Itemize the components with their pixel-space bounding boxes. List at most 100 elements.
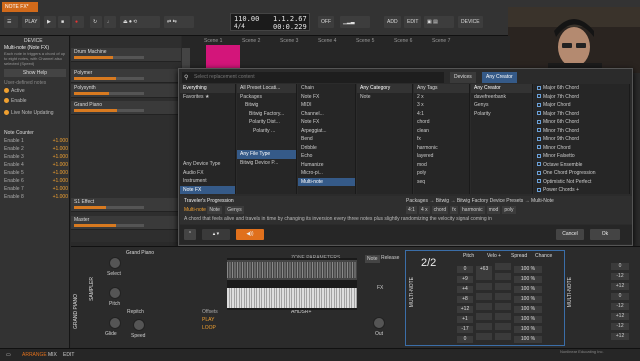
piano-key[interactable] [227, 288, 230, 308]
enable-toggle[interactable]: Enable [4, 98, 27, 104]
signature-display[interactable]: 4/4 [234, 23, 245, 30]
tag-item[interactable]: 2 x [414, 93, 469, 102]
tag-item[interactable]: fx [414, 135, 469, 144]
track-row[interactable]: Polysynth [71, 84, 181, 98]
device-item[interactable]: Echo [298, 152, 355, 161]
filter-audio-fx[interactable]: Audio FX [180, 169, 235, 178]
piano-key[interactable] [347, 288, 350, 308]
piano-key[interactable] [309, 288, 312, 308]
mix-tab[interactable]: MIX [48, 352, 57, 358]
device-item[interactable]: MIDI [298, 101, 355, 110]
piano-key[interactable] [292, 288, 295, 308]
note-row[interactable]: +8 100 % [457, 293, 545, 303]
cancel-button[interactable]: Cancel [556, 229, 584, 240]
speed-knob[interactable] [133, 319, 145, 331]
device-item[interactable]: Channel... [298, 110, 355, 119]
device-item[interactable]: Humanize [298, 161, 355, 170]
category-note[interactable]: Note [357, 93, 412, 102]
pitch-cell[interactable]: +12 [457, 306, 473, 313]
tag-chip[interactable]: fx [450, 206, 459, 214]
note-row[interactable]: 0 100 % [457, 333, 545, 343]
enable-row[interactable]: Enable 4 +1.000 [4, 162, 68, 170]
tag-chip[interactable]: harmonic [460, 206, 485, 214]
filter-everything[interactable]: Everything [180, 84, 235, 93]
pitch-cell[interactable]: +9 [457, 276, 473, 283]
location-all[interactable]: All Preset Locati... [237, 84, 296, 93]
track-row[interactable]: Master [71, 216, 181, 230]
transport-display[interactable]: 110.00 4/4 1.1.2.67 00:0.229 [230, 13, 310, 31]
pitch-cell[interactable]: +12 [611, 283, 629, 290]
play-mode[interactable]: PLAY [202, 317, 214, 323]
live-update-toggle[interactable]: Live Note Updating [4, 110, 54, 116]
track-row[interactable]: Grand Piano [71, 101, 181, 115]
piano-key[interactable] [344, 288, 347, 308]
spread-cell[interactable] [495, 263, 511, 270]
nav-arrows[interactable]: ▴ ▾ [202, 229, 230, 240]
result-item[interactable]: Major Chord [534, 101, 629, 110]
enable-row[interactable]: Enable 7 +1.000 [4, 186, 68, 194]
collapse-icon[interactable]: ⌃ [184, 229, 196, 240]
piano-key[interactable] [322, 288, 325, 308]
track-row[interactable]: Polymer [71, 69, 181, 83]
device-item[interactable]: Note FX [298, 118, 355, 127]
piano-key[interactable] [282, 288, 285, 308]
stop-icon[interactable]: ■ [58, 16, 70, 28]
piano-key[interactable] [299, 288, 302, 308]
select-knob[interactable] [109, 257, 121, 269]
result-item[interactable]: Major 7th Chord [534, 110, 629, 119]
device-item[interactable]: Multi-note [298, 177, 355, 186]
arrange-tab[interactable]: ARRANGE [22, 352, 47, 358]
favorite-check-icon[interactable] [537, 128, 541, 133]
enable-row[interactable]: Enable 1 +1.000 [4, 138, 68, 146]
record-icon[interactable]: ● [72, 16, 84, 28]
chance-cell[interactable]: 100 % [514, 306, 542, 313]
velocity-cell[interactable] [476, 303, 492, 310]
velocity-cell[interactable] [476, 293, 492, 300]
add-button[interactable]: ADD [384, 16, 401, 28]
pitch-cell[interactable]: +12 [611, 313, 629, 320]
scene-header-item[interactable]: Scene 4 [318, 38, 336, 46]
edit-tab[interactable]: EDIT [63, 352, 74, 358]
favorite-check-icon[interactable] [537, 187, 541, 192]
result-item[interactable]: Minor Chord [534, 144, 629, 153]
location-polarity[interactable]: Polarity ... [237, 127, 296, 136]
active-toggle[interactable]: Active [4, 88, 25, 94]
favorite-check-icon[interactable] [537, 162, 541, 167]
out-knob[interactable] [373, 317, 385, 329]
view-icons[interactable]: ▣ ▤ [424, 16, 454, 28]
favorite-check-icon[interactable] [537, 119, 541, 124]
piano-key[interactable] [289, 288, 292, 308]
chance-cell[interactable]: 100 % [514, 296, 542, 303]
spread-cell[interactable] [495, 313, 511, 320]
location-polarity-dist[interactable]: Polarity Dist... [237, 118, 296, 127]
device-item[interactable]: Chain [298, 84, 355, 93]
piano-key[interactable] [304, 288, 307, 308]
piano-key[interactable] [274, 288, 277, 308]
tag-chip[interactable]: 4 x [418, 206, 430, 214]
automation-button[interactable]: ⏏ ⏺ ⟲ [120, 16, 160, 28]
tab-devices[interactable]: Devices [450, 72, 476, 83]
piano-key[interactable] [239, 288, 242, 308]
piano-key[interactable] [277, 288, 280, 308]
tag-item[interactable]: 3 x [414, 101, 469, 110]
pitch-cell[interactable]: -12 [611, 303, 629, 310]
repitch-label[interactable]: Repitch [127, 309, 144, 315]
release-tab[interactable]: Release [381, 255, 399, 261]
tag-item[interactable]: harmonic [414, 144, 469, 153]
device-item[interactable]: Micro-pi... [298, 169, 355, 178]
scene-header-item[interactable]: Scene 5 [356, 38, 374, 46]
track-volume-bar[interactable] [74, 56, 144, 59]
pitch-cell[interactable]: +4 [457, 286, 473, 293]
favorite-check-icon[interactable] [537, 179, 541, 184]
scene-header-item[interactable]: Scene 6 [394, 38, 412, 46]
piano-key[interactable] [242, 288, 245, 308]
off-button[interactable]: OFF [318, 16, 334, 28]
sample-keyboard[interactable] [227, 258, 357, 310]
favorite-check-icon[interactable] [537, 94, 541, 99]
piano-key[interactable] [297, 288, 300, 308]
tag-item[interactable]: layered [414, 152, 469, 161]
piano-key[interactable] [229, 288, 232, 308]
favorite-check-icon[interactable] [537, 145, 541, 150]
track-volume-bar[interactable] [74, 92, 144, 95]
track-volume-bar[interactable] [74, 77, 144, 80]
